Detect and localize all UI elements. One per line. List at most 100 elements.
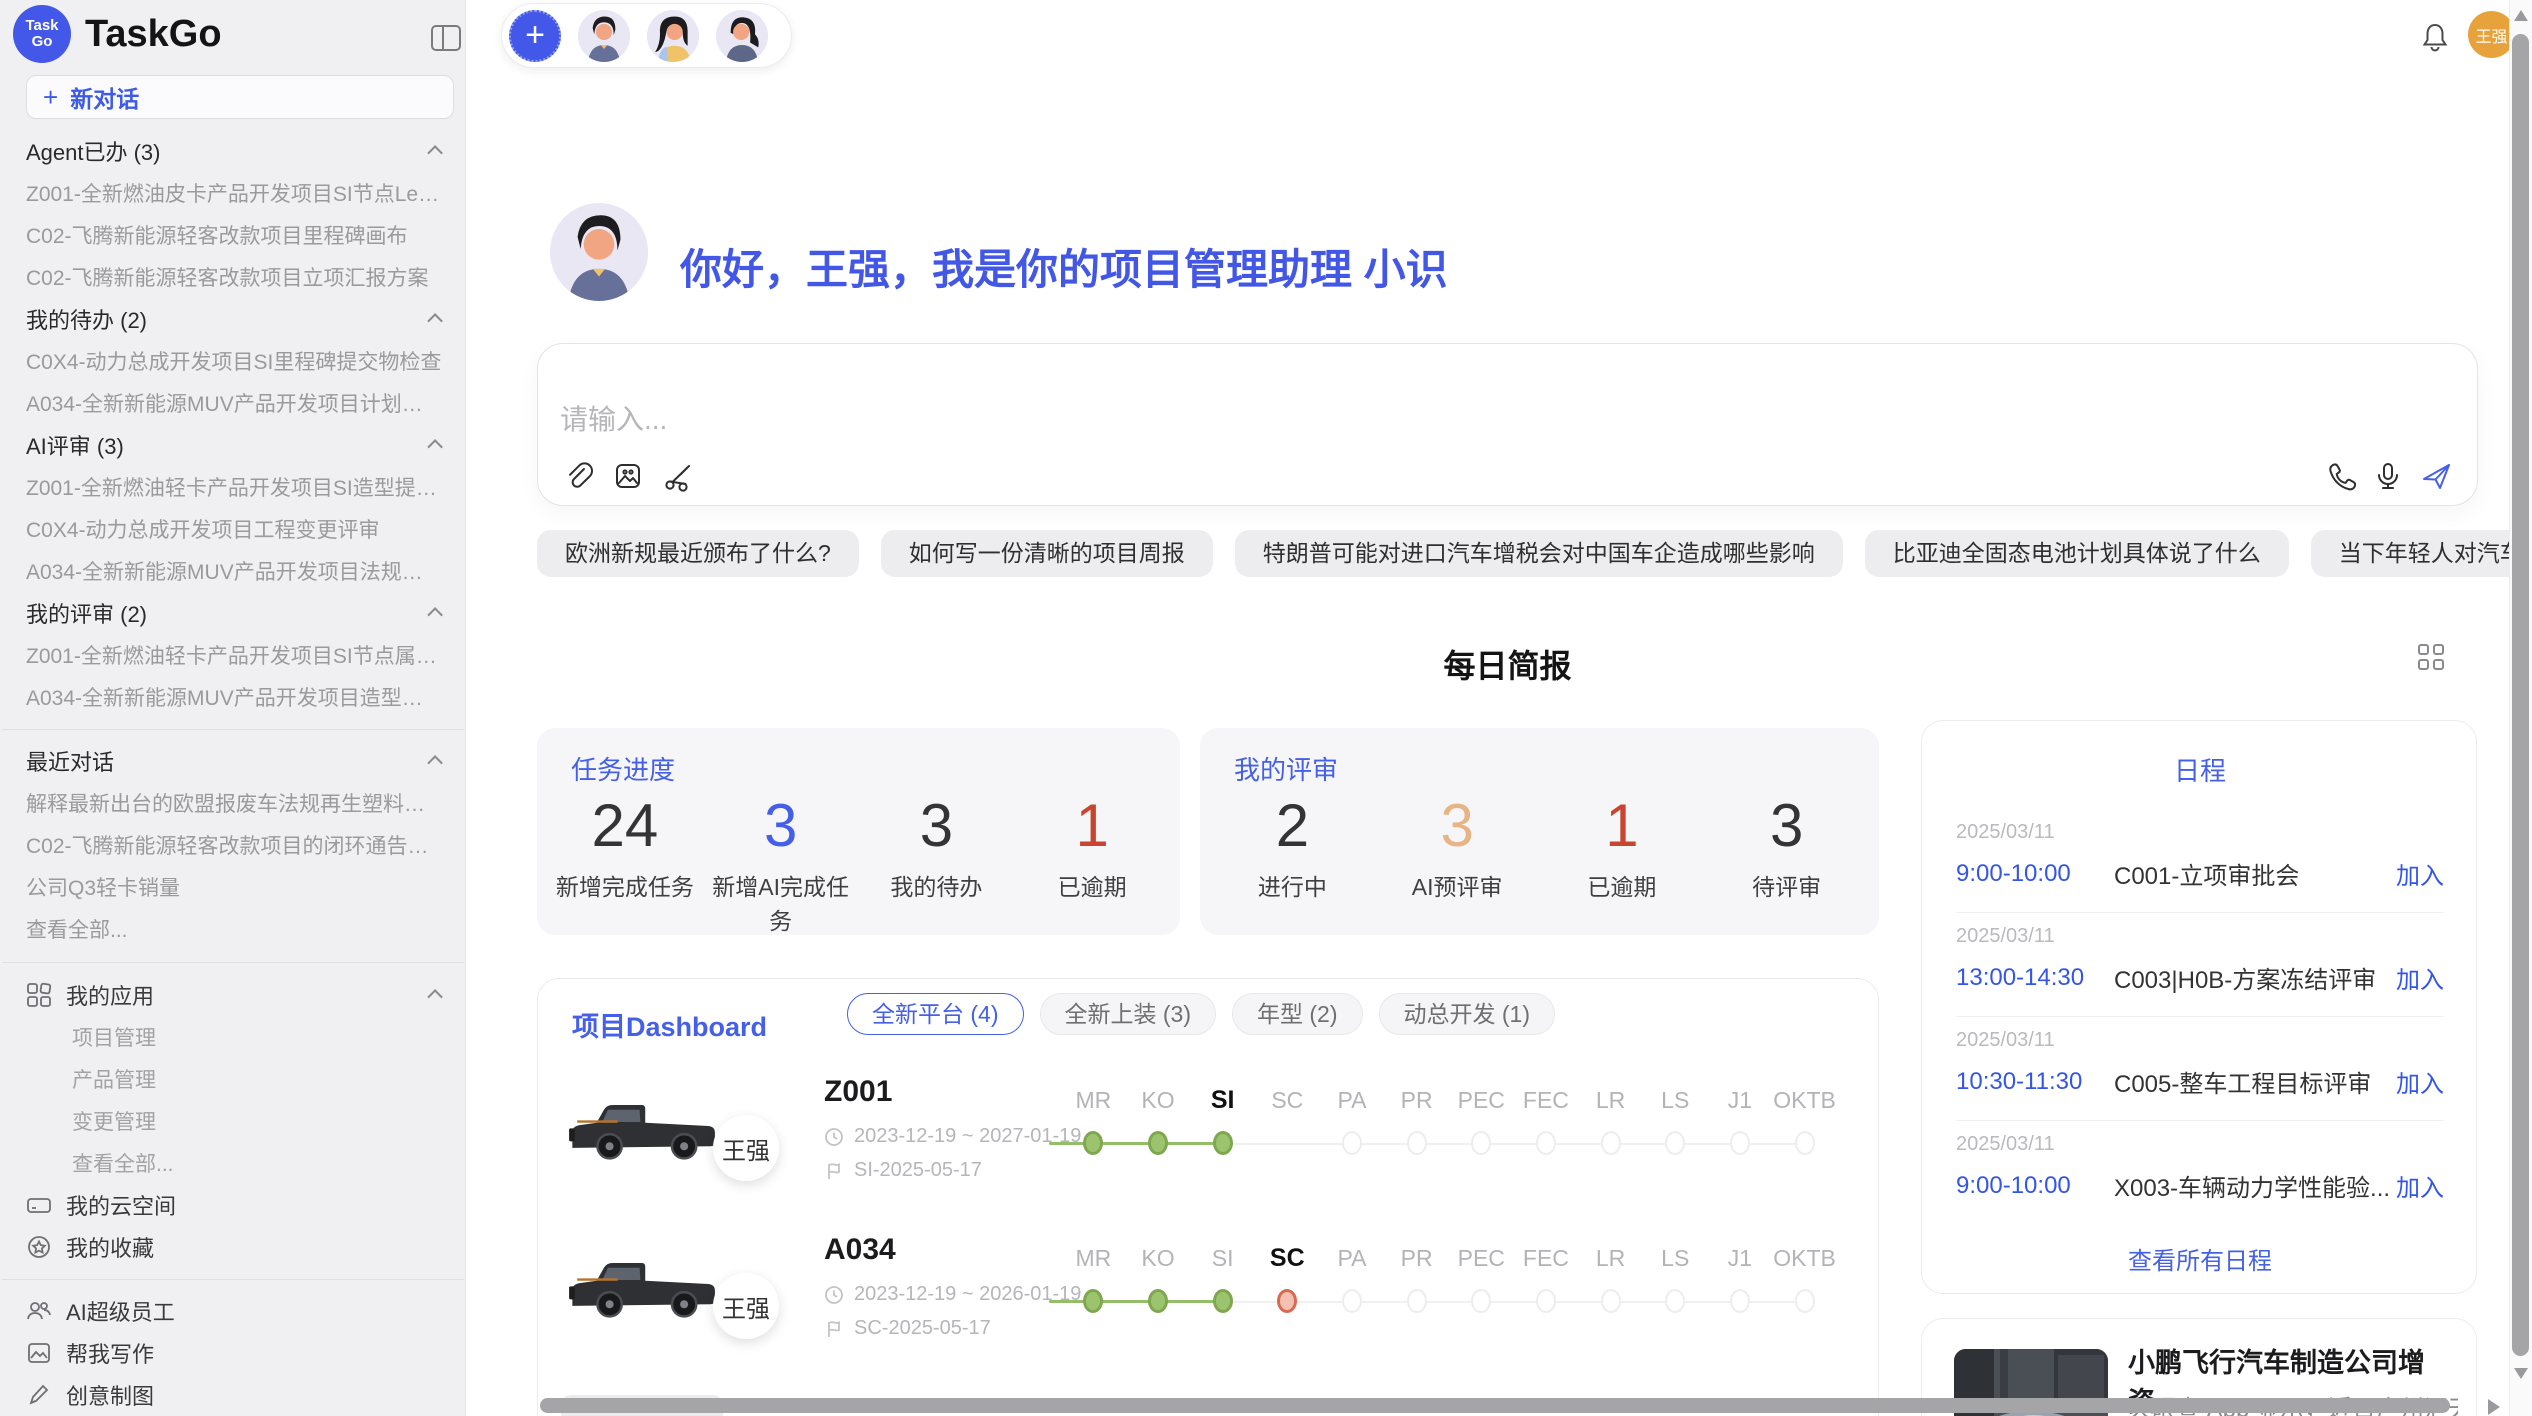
list-item[interactable]: A034-全新新能源MUV产品开发项目造型可行性评审 (0, 676, 466, 718)
avatar[interactable] (578, 10, 630, 62)
message-composer (537, 343, 2478, 506)
stat: 1 已逾期 (1540, 790, 1705, 902)
list-item[interactable]: A034-全新新能源MUV产品开发项目法规符合性评审 (0, 550, 466, 592)
section-header-my-todo[interactable]: 我的待办 (2) (0, 298, 466, 340)
daily-brief-title: 每日简报 (537, 641, 2478, 687)
list-item[interactable]: A034-全新新能源MUV产品开发项目计划变更表编写 (0, 382, 466, 424)
scroll-right-arrow-icon[interactable] (2488, 1399, 2500, 1415)
milestone-dot (1471, 1289, 1491, 1313)
recent-chat-item[interactable]: C02-飞腾新能源轻客改款项目的闭环通告反馈情况 (0, 824, 466, 866)
sidebar-item-cloud-space[interactable]: 我的云空间 (0, 1184, 466, 1226)
recent-chat-item[interactable]: 公司Q3轻卡销量 (0, 866, 466, 908)
stat-value: 3 (1375, 790, 1540, 862)
star-circle-icon (26, 1234, 52, 1260)
tab-new-platform[interactable]: 全新平台 (4) (847, 993, 1024, 1035)
milestone-label: PA (1320, 1079, 1385, 1121)
list-item[interactable]: Z001-全新燃油轻卡产品开发项目SI造型提交物评审 (0, 466, 466, 508)
sidebar-item-favorites[interactable]: 我的收藏 (0, 1226, 466, 1268)
scroll-down-arrow-icon[interactable] (2514, 1368, 2528, 1379)
send-icon[interactable] (2420, 460, 2452, 492)
sidebar-item-my-apps[interactable]: 我的应用 (0, 974, 466, 1016)
user-avatar[interactable]: 王强 (2468, 11, 2515, 58)
sidebar-rows: Agent已办 (3) Z001-全新燃油皮卡产品开发项目SI节点Lesson … (0, 130, 466, 1416)
sidebar-item-help-write[interactable]: 帮我写作 (0, 1332, 466, 1374)
sidebar-item-change-mgmt[interactable]: 变更管理 (0, 1100, 466, 1142)
message-input[interactable] (560, 394, 2060, 446)
view-all-link[interactable]: 查看全部... (0, 1142, 466, 1184)
new-chat-button[interactable]: + 新对话 (26, 75, 454, 119)
chevron-up-icon (427, 755, 443, 771)
notification-bell-icon[interactable] (2418, 20, 2452, 54)
screenshot-scissors-icon[interactable] (662, 460, 694, 492)
join-button[interactable]: 加入 (2396, 960, 2444, 995)
schedule-list: 2025/03/11 9:00-10:00 C001-立项审批会 加入 2025… (1922, 809, 2478, 1225)
milestone-track: MR KO SI SC PA PR PEC FEC LR LS J1 OKTB (1061, 1079, 1837, 1179)
voice-call-icon[interactable] (2324, 460, 2356, 492)
sidebar-collapse-icon[interactable] (428, 20, 464, 56)
flag-icon (824, 1161, 844, 1181)
owner-name: 王强 (722, 1131, 770, 1166)
greeting-text: 你好，王强，我是你的项目管理助理 小识 (680, 236, 1448, 297)
microphone-icon[interactable] (2372, 460, 2404, 492)
attachment-icon[interactable] (562, 460, 594, 492)
owner-badge: 王强 (713, 1115, 779, 1181)
conversation-switcher: + (501, 3, 792, 68)
sidebar: Task Go TaskGo + 新对话 Agent已办 (3) Z001-全新… (0, 0, 466, 1416)
milestone-label: J1 (1708, 1237, 1773, 1279)
vehicle-image (561, 1079, 723, 1173)
join-button[interactable]: 加入 (2396, 1064, 2444, 1099)
sidebar-item-product-mgmt[interactable]: 产品管理 (0, 1058, 466, 1100)
list-item[interactable]: Z001-全新燃油皮卡产品开发项目SI节点Lesson Learn报告 (0, 172, 466, 214)
list-item[interactable]: C0X4-动力总成开发项目SI里程碑提交物检查 (0, 340, 466, 382)
suggestion-chip[interactable]: 比亚迪全固态电池计划具体说了什么 (1865, 530, 2289, 577)
list-item[interactable]: C02-飞腾新能源轻客改款项目立项汇报方案 (0, 256, 466, 298)
milestone-dot (1730, 1289, 1750, 1313)
sidebar-item-creative-draw[interactable]: 创意制图 (0, 1374, 466, 1416)
list-item[interactable]: Z001-全新燃油轻卡产品开发项目SI节点属性5D文件评审 (0, 634, 466, 676)
project-row[interactable]: 王强 A034 2023-12-19 ~ 2026-01-19 SC-2025-… (538, 1227, 1879, 1385)
layout-grid-icon[interactable] (2416, 642, 2446, 672)
project-dashboard-card: 项目Dashboard 全新平台 (4) 全新上装 (3) 年型 (2) 动总开… (537, 978, 1879, 1416)
suggestion-chip[interactable]: 如何写一份清晰的项目周报 (881, 530, 1213, 577)
tab-new-body[interactable]: 全新上装 (3) (1040, 993, 1217, 1035)
vertical-scrollbar[interactable] (2512, 34, 2529, 1356)
suggestion-chip[interactable]: 当下年轻人对汽车外观有怎样的喜好趋势 (2311, 530, 2532, 577)
avatar[interactable] (716, 10, 768, 62)
avatar[interactable] (647, 10, 699, 62)
suggestion-chips: 欧洲新规最近颁布了什么? 如何写一份清晰的项目周报 特朗普可能对进口汽车增税会对… (537, 530, 2532, 577)
image-upload-icon[interactable] (612, 460, 644, 492)
scroll-up-arrow-icon[interactable] (2514, 10, 2528, 21)
milestone-label: MR (1061, 1079, 1126, 1121)
flag-icon (824, 1319, 844, 1339)
project-dates: 2023-12-19 ~ 2027-01-19 (824, 1125, 1081, 1148)
sidebar-item-ai-employee[interactable]: AI超级员工 (0, 1290, 466, 1332)
view-all-schedule-link[interactable]: 查看所有日程 (1922, 1241, 2478, 1276)
add-conversation-button[interactable]: + (509, 10, 561, 62)
list-item[interactable]: C02-飞腾新能源轻客改款项目里程碑画布 (0, 214, 466, 256)
section-header-agent-done[interactable]: Agent已办 (3) (0, 130, 466, 172)
milestone-label: SI (1190, 1237, 1255, 1279)
stat: 24 新增完成任务 (547, 790, 703, 936)
section-header-recent-chats[interactable]: 最近对话 (0, 740, 466, 782)
section-header-my-review[interactable]: 我的评审 (2) (0, 592, 466, 634)
schedule-entry: 2025/03/11 9:00-10:00 X003-车辆动力学性能验... 加… (1956, 1121, 2444, 1225)
entry-date: 2025/03/11 (1956, 1121, 2444, 1156)
stat-label: 已逾期 (1540, 868, 1705, 902)
sidebar-item-project-mgmt[interactable]: 项目管理 (0, 1016, 466, 1058)
app-logo: Task Go TaskGo (13, 5, 222, 63)
view-all-link[interactable]: 查看全部... (0, 908, 466, 950)
join-button[interactable]: 加入 (2396, 856, 2444, 891)
recent-chat-item[interactable]: 解释最新出台的欧盟报废车法规再生塑料比例被调至15%... (0, 782, 466, 824)
suggestion-chip[interactable]: 欧洲新规最近颁布了什么? (537, 530, 859, 577)
join-button[interactable]: 加入 (2396, 1168, 2444, 1203)
project-row[interactable]: 王强 Z001 2023-12-19 ~ 2027-01-19 SI-2025-… (538, 1069, 1879, 1227)
section-header-ai-review[interactable]: AI评审 (3) (0, 424, 466, 466)
tab-powertrain[interactable]: 动总开发 (1) (1379, 993, 1556, 1035)
horizontal-scrollbar[interactable] (540, 1398, 2450, 1413)
list-item[interactable]: C0X4-动力总成开发项目工程变更评审 (0, 508, 466, 550)
stat-label: 已逾期 (1014, 868, 1170, 902)
suggestion-chip[interactable]: 特朗普可能对进口汽车增税会对中国车企造成哪些影响 (1235, 530, 1843, 577)
milestone-dot (1471, 1131, 1491, 1155)
tab-year-model[interactable]: 年型 (2) (1232, 993, 1363, 1035)
schedule-entry: 2025/03/11 13:00-14:30 C003|H0B-方案冻结评审 加… (1956, 913, 2444, 1017)
